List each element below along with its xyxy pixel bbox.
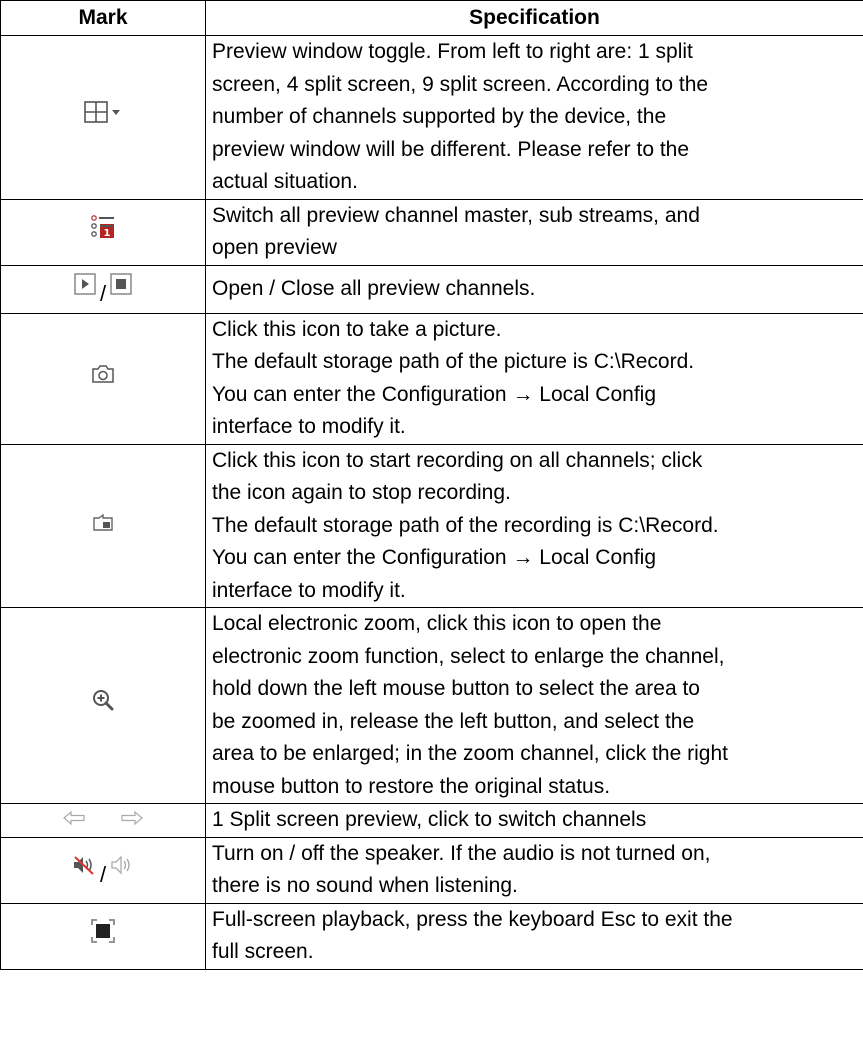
spec-line: Open / Close all preview channels. — [212, 276, 536, 300]
table-row: 1 Switch all preview channel master, sub… — [0, 198, 863, 266]
spec-cell: Switch all preview channel master, sub s… — [205, 198, 863, 266]
mark-cell: / — [0, 264, 206, 314]
header-row: Mark Specification — [0, 0, 863, 36]
specification-column-header: Specification — [205, 0, 863, 36]
spec-line: screen, 4 split screen, 9 split screen. … — [212, 72, 709, 96]
table-row: Preview window toggle. From left to righ… — [0, 35, 863, 200]
spec-cell: Turn on / off the speaker. If the audio … — [205, 836, 863, 904]
spec-line: interface to modify it. — [212, 578, 406, 602]
mark-cell — [0, 443, 206, 608]
table-row: Click this icon to take a picture. The d… — [0, 312, 863, 445]
camera-icon — [92, 365, 114, 383]
table-row: Click this icon to start recording on al… — [0, 443, 863, 608]
table-row: / Open / Close all preview channels. — [0, 264, 863, 314]
arrow-right-icon — [121, 810, 143, 826]
spec-line: The default storage path of the recordin… — [212, 513, 719, 537]
table-row: / Turn on / off the speaker. If the audi… — [0, 836, 863, 904]
spec-line: Full-screen playback, press the keyboard… — [212, 907, 733, 931]
spec-cell: Preview window toggle. From left to righ… — [205, 35, 863, 200]
mark-cell: / — [0, 836, 206, 904]
spec-line: number of channels supported by the devi… — [212, 105, 667, 128]
spec-line: area to be enlarged; in the zoom channel… — [212, 742, 728, 765]
spec-cell: Local electronic zoom, click this icon t… — [205, 607, 863, 804]
spec-line: preview window will be different. Please… — [212, 137, 690, 161]
table-row: 1 Split screen preview, click to switch … — [0, 803, 863, 838]
mark-cell — [0, 607, 206, 804]
spec-line: there is no sound when listening. — [212, 874, 518, 897]
icon-separator: / — [99, 861, 107, 887]
fullscreen-icon — [91, 918, 115, 943]
spec-cell: Click this icon to start recording on al… — [205, 443, 863, 608]
mark-cell — [0, 902, 206, 970]
spec-line: hold down the left mouse button to selec… — [212, 677, 700, 700]
split-screen-grid-icon — [84, 101, 108, 123]
svg-text:1: 1 — [104, 228, 111, 239]
spec-line: Click this icon to take a picture. — [212, 317, 502, 341]
mark-cell — [0, 312, 206, 445]
mark-cell: 1 — [0, 198, 206, 266]
dropdown-caret-icon — [112, 110, 120, 115]
spec-line: You can enter the Configuration → Local … — [212, 546, 657, 569]
spec-line: Turn on / off the speaker. If the audio … — [212, 841, 711, 865]
icon-separator: / — [99, 280, 107, 306]
spec-line: 1 Split screen preview, click to switch … — [212, 808, 647, 831]
spec-line: Click this icon to start recording on al… — [212, 448, 703, 472]
spec-line: be zoomed in, release the left button, a… — [212, 709, 695, 733]
mark-cell — [0, 35, 206, 200]
mark-column-header: Mark — [0, 0, 206, 36]
zoom-in-icon — [93, 690, 114, 711]
spec-cell: 1 Split screen preview, click to switch … — [205, 803, 863, 838]
spec-line: Preview window toggle. From left to righ… — [212, 40, 693, 63]
stream-switch-list-icon: 1 — [91, 214, 114, 239]
stop-square-icon — [110, 273, 132, 295]
spec-line: full screen. — [212, 940, 314, 963]
play-square-icon — [74, 273, 96, 295]
spec-table: Mark Specification Preview window toggle… — [0, 0, 863, 970]
arrow-left-icon — [63, 810, 85, 826]
speaker-on-icon — [111, 855, 130, 875]
spec-line: The default storage path of the picture … — [212, 350, 695, 373]
spec-line: mouse button to restore the original sta… — [212, 774, 611, 798]
spec-line: Local electronic zoom, click this icon t… — [212, 612, 662, 635]
spec-cell: Click this icon to take a picture. The d… — [205, 312, 863, 445]
spec-cell: Open / Close all preview channels. — [205, 264, 863, 314]
speaker-muted-icon — [73, 856, 94, 875]
spec-line: actual situation. — [212, 170, 358, 193]
spec-line: interface to modify it. — [212, 415, 406, 438]
spec-line: electronic zoom function, select to enla… — [212, 644, 725, 668]
table-row: Full-screen playback, press the keyboard… — [0, 902, 863, 970]
spec-cell: Full-screen playback, press the keyboard… — [205, 902, 863, 970]
spec-line: the icon again to stop recording. — [212, 481, 511, 504]
spec-line: Switch all preview channel master, sub s… — [212, 203, 700, 227]
table-row: Local electronic zoom, click this icon t… — [0, 607, 863, 804]
mark-cell — [0, 803, 206, 838]
spec-line: open preview — [212, 236, 337, 259]
spec-line: You can enter the Configuration → Local … — [212, 382, 657, 406]
video-record-icon — [93, 513, 113, 531]
